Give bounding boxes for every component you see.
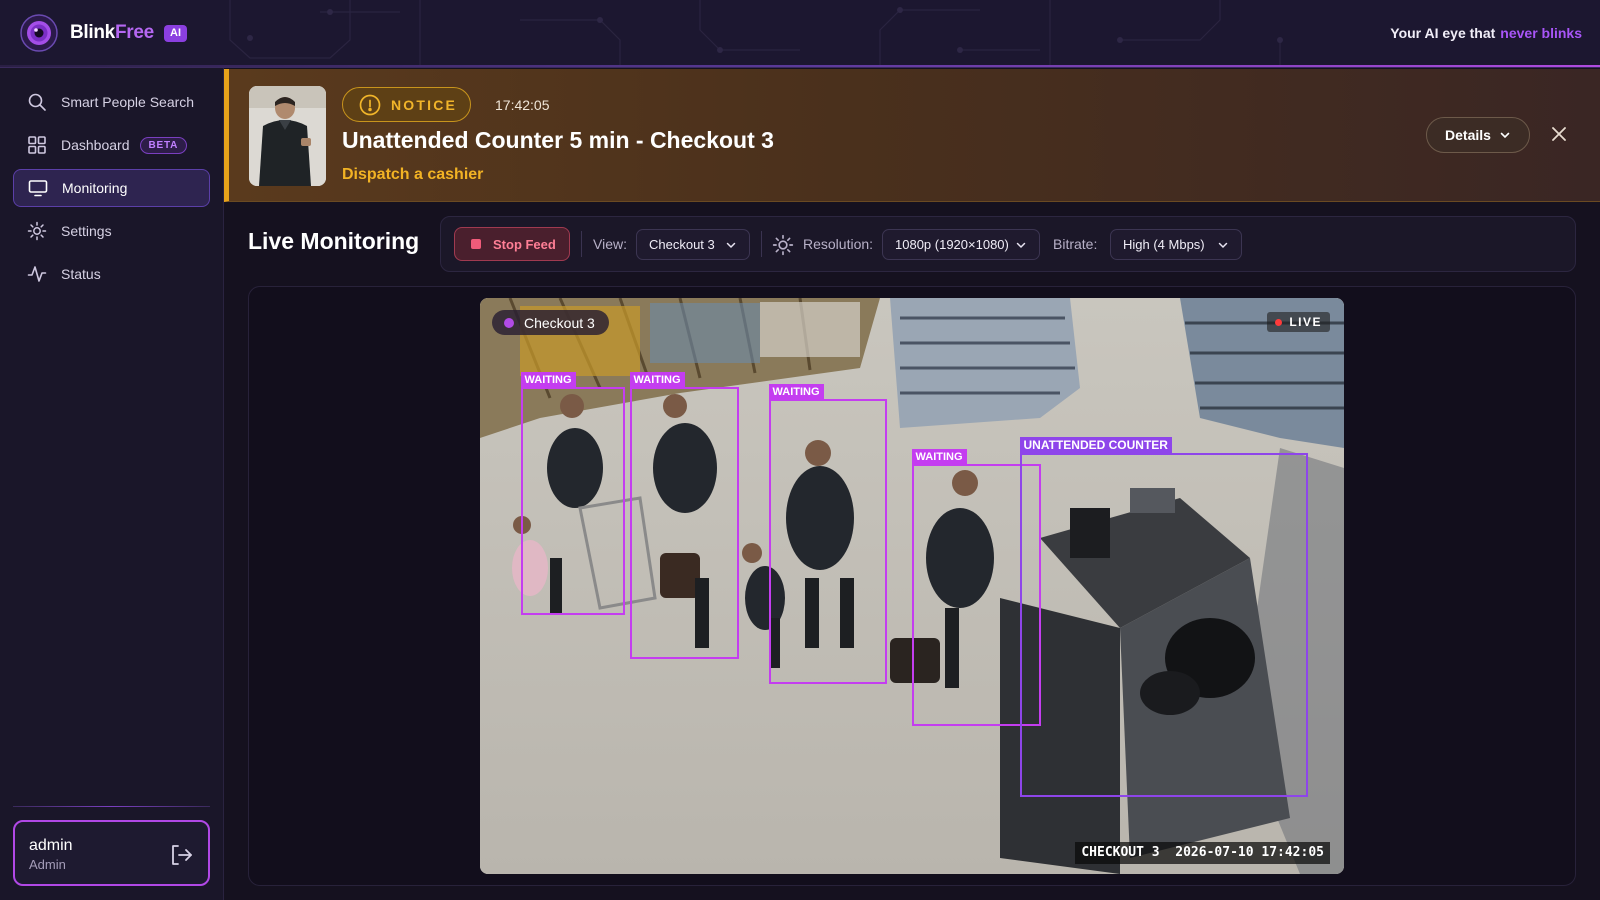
detection-box[interactable]: WAITING	[629, 372, 739, 659]
live-indicator: LIVE	[1267, 312, 1330, 332]
sidebar-item-label: Dashboard	[61, 137, 130, 153]
resolution-label: Resolution:	[803, 236, 874, 252]
brand-name-part2: Free	[114, 22, 154, 43]
sidebar-item-label: Status	[61, 266, 101, 282]
video-osd: CHECKOUT 3 2026-07-10 17:42:05	[1075, 842, 1330, 864]
notice-action: Dispatch a cashier	[342, 166, 484, 183]
sidebar: Smart People Search Dashboard BETA Monit…	[0, 68, 224, 900]
tagline-accent: never blinks	[1500, 25, 1582, 41]
notice-banner: NOTICE 17:42:05 Unattended Counter 5 min…	[224, 69, 1600, 202]
gear-icon	[27, 221, 47, 241]
details-label: Details	[1445, 127, 1491, 143]
stop-feed-button[interactable]: Stop Feed	[454, 227, 570, 261]
chevron-down-icon	[1500, 132, 1510, 139]
resolution-select[interactable]: 1080p (1920×1080)	[882, 229, 1040, 260]
details-button[interactable]: Details	[1426, 117, 1530, 153]
user-name: admin	[29, 837, 73, 854]
osd-camera: CHECKOUT 3	[1081, 845, 1160, 860]
monitoring-toolbar: Stop Feed View: Checkout 3 Resolution: 1…	[440, 216, 1576, 272]
notice-title: Unattended Counter 5 min - Checkout 3	[342, 127, 774, 153]
toolbar-divider	[581, 231, 582, 257]
sidebar-divider	[13, 806, 210, 807]
bitrate-select-value: High (4 Mbps)	[1123, 237, 1205, 252]
sidebar-item-label: Settings	[61, 223, 112, 239]
chevron-down-icon	[1016, 242, 1026, 248]
info-icon	[359, 94, 381, 115]
user-role: Admin	[29, 857, 66, 872]
camera-dot-icon	[504, 317, 514, 328]
search-icon	[27, 92, 47, 112]
detection-label: UNATTENDED COUNTER	[1019, 437, 1172, 454]
bitrate-label: Bitrate:	[1053, 236, 1098, 252]
close-icon[interactable]	[1549, 124, 1569, 144]
sidebar-item-monitoring[interactable]: Monitoring	[13, 169, 210, 207]
view-select-value: Checkout 3	[649, 237, 715, 252]
notice-level-badge: NOTICE	[342, 87, 471, 122]
camera-name-pill: Checkout 3	[492, 310, 609, 335]
stop-feed-label: Stop Feed	[493, 236, 556, 252]
detection-label: WAITING	[520, 372, 576, 388]
detection-box-counter[interactable]: UNATTENDED COUNTER	[1019, 437, 1308, 797]
sidebar-item-dashboard[interactable]: Dashboard BETA	[13, 126, 210, 164]
brightness-icon	[772, 234, 794, 256]
brand-name[interactable]: BlinkFree	[70, 22, 154, 44]
top-header: BlinkFree AI Your AI eye that never blink…	[0, 0, 1600, 68]
toolbar-divider	[761, 231, 762, 257]
live-dot-icon	[1275, 318, 1283, 326]
blinkfree-logo-icon	[20, 14, 58, 52]
monitor-icon	[28, 178, 48, 198]
resolution-select-value: 1080p (1920×1080)	[895, 237, 1009, 252]
page-title: Live Monitoring	[248, 228, 420, 254]
tagline: Your AI eye that never blinks	[1390, 25, 1582, 41]
chevron-down-icon	[1218, 242, 1228, 248]
notice-level-label: NOTICE	[391, 96, 458, 113]
sidebar-item-label: Smart People Search	[61, 94, 195, 110]
detection-label: WAITING	[768, 384, 824, 400]
sidebar-item-status[interactable]: Status	[13, 255, 210, 293]
view-select[interactable]: Checkout 3	[636, 229, 750, 260]
detection-box[interactable]: WAITING	[768, 384, 887, 684]
view-label: View:	[593, 236, 627, 252]
bitrate-select[interactable]: High (4 Mbps)	[1110, 229, 1242, 260]
detection-label: WAITING	[911, 449, 967, 465]
osd-timestamp: 2026-07-10 17:42:05	[1175, 845, 1324, 860]
ai-badge: AI	[164, 25, 187, 42]
beta-badge: BETA	[139, 136, 188, 154]
circuit-pattern	[229, 0, 1283, 67]
stop-icon	[471, 239, 481, 249]
sidebar-item-settings[interactable]: Settings	[13, 212, 210, 250]
camera-feed[interactable]: WAITING WAITING WAITING WAITING UNATTEND…	[480, 298, 1344, 874]
tagline-text: Your AI eye that	[1390, 25, 1496, 41]
sidebar-item-smart-people-search[interactable]: Smart People Search	[13, 83, 210, 121]
user-card[interactable]: admin Admin	[13, 820, 210, 886]
notice-thumbnail[interactable]	[249, 86, 326, 186]
grid-icon	[27, 135, 47, 155]
live-label: LIVE	[1289, 315, 1322, 329]
brand-name-part1: Blink	[70, 22, 115, 43]
sidebar-item-label: Monitoring	[62, 180, 128, 196]
activity-icon	[27, 264, 47, 284]
detection-label: WAITING	[629, 372, 685, 388]
notice-time: 17:42:05	[495, 97, 550, 113]
camera-name: Checkout 3	[524, 314, 595, 331]
detection-box[interactable]: WAITING	[520, 372, 625, 615]
logout-icon[interactable]	[168, 842, 194, 868]
chevron-down-icon	[726, 242, 736, 248]
